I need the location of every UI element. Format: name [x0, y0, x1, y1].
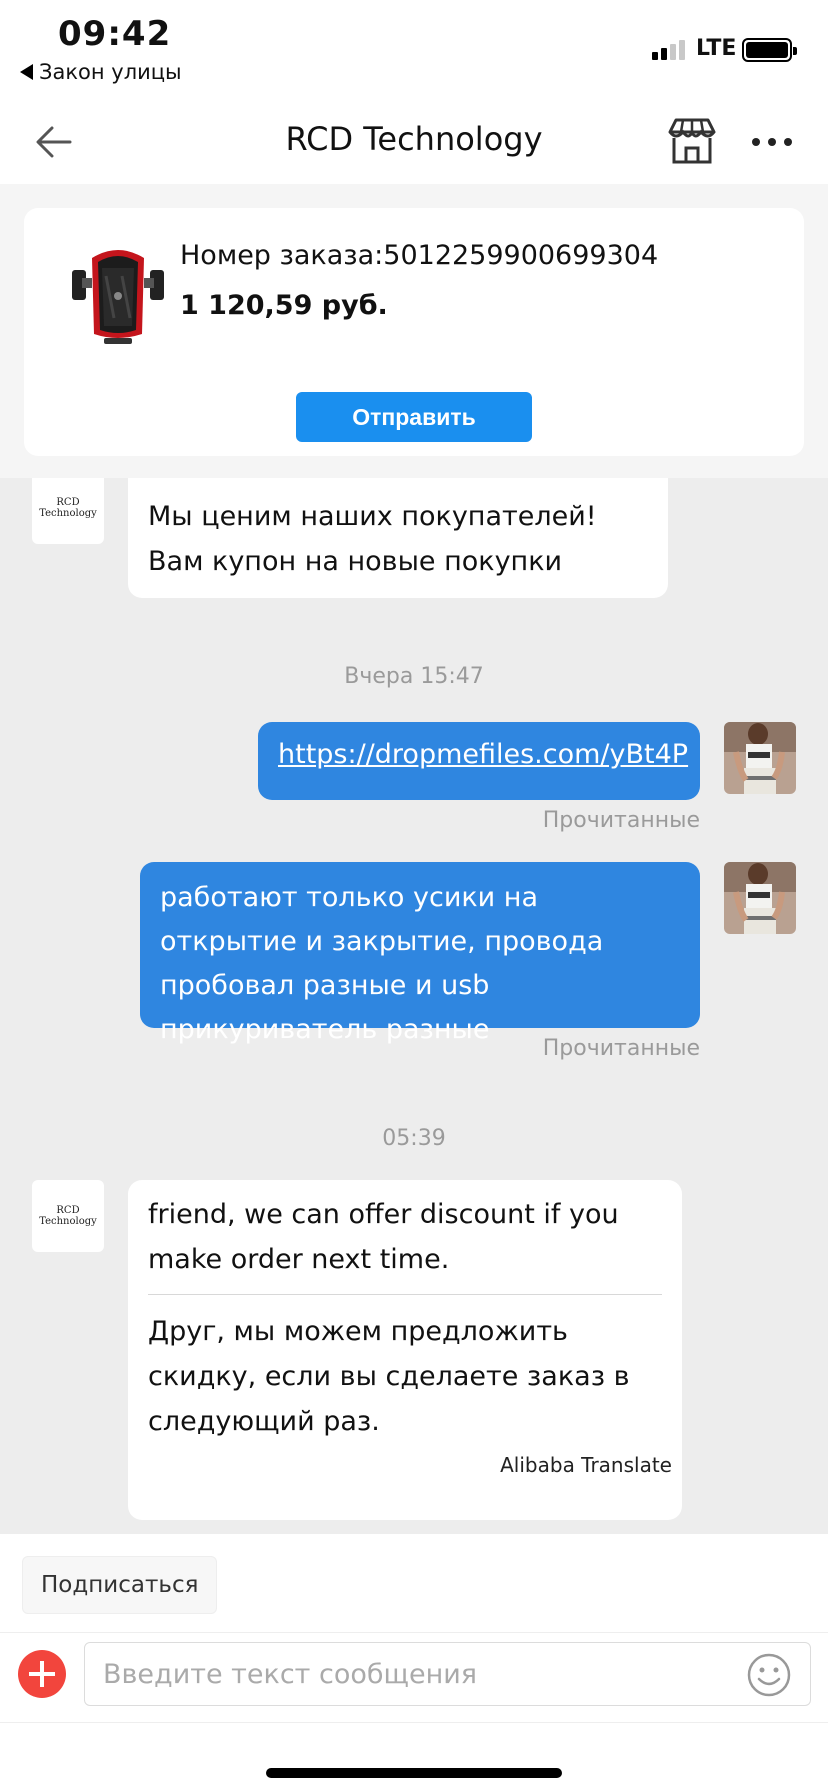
timestamp: 05:39 — [382, 1126, 446, 1151]
translation-divider — [148, 1294, 662, 1295]
network-type: LTE — [696, 36, 737, 61]
order-area: Номер заказа:5012259900699304 1 120,59 р… — [0, 184, 828, 478]
user-avatar[interactable] — [724, 862, 796, 934]
signal-icon — [652, 38, 685, 60]
more-icon[interactable] — [748, 122, 796, 162]
user-avatar-image — [724, 862, 796, 934]
send-order-button[interactable]: Отправить — [296, 392, 532, 442]
status-time: 09:42 — [58, 14, 172, 54]
read-status: Прочитанные — [542, 1036, 700, 1061]
order-price: 1 120,59 руб. — [180, 290, 388, 321]
order-number: Номер заказа:5012259900699304 — [180, 240, 659, 271]
back-to-app-link[interactable]: Закон улицы — [20, 60, 182, 84]
battery-icon — [742, 38, 797, 62]
home-indicator[interactable] — [266, 1768, 562, 1778]
chat-messages[interactable]: RCD Technology Мы ценим наших покупателе… — [0, 478, 828, 1534]
seller-avatar-label: RCD Technology — [39, 497, 97, 519]
seller-avatar[interactable]: RCD Technology — [32, 478, 104, 544]
chat-header: RCD Technology — [0, 100, 828, 184]
store-icon[interactable] — [666, 116, 718, 166]
message-link[interactable]: https://dropmefiles.com/yBt4P — [278, 739, 688, 770]
user-avatar[interactable] — [724, 722, 796, 794]
divider — [0, 1632, 828, 1633]
back-app-label: Закон улицы — [39, 60, 182, 84]
read-status: Прочитанные — [542, 808, 700, 833]
timestamp: Вчера 15:47 — [344, 664, 484, 689]
incoming-message[interactable]: friend, we can offer discount if you mak… — [128, 1180, 682, 1520]
product-thumbnail — [72, 250, 164, 344]
message-text: friend, we can offer discount if you mak… — [148, 1199, 619, 1275]
outgoing-message[interactable]: работают только усики на открытие и закр… — [140, 862, 700, 1045]
message-text: работают только усики на открытие и закр… — [160, 882, 604, 1045]
seller-avatar[interactable]: RCD Technology — [32, 1180, 104, 1252]
seller-avatar-label: RCD Technology — [39, 1205, 97, 1227]
add-icon[interactable] — [18, 1650, 66, 1698]
status-bar: 09:42 Закон улицы LTE — [0, 0, 828, 100]
divider — [0, 1722, 828, 1723]
order-card[interactable]: Номер заказа:5012259900699304 1 120,59 р… — [24, 208, 804, 456]
back-triangle-icon — [20, 64, 33, 80]
message-text: Мы ценим наших покупателей! Вам купон на… — [148, 501, 597, 577]
message-input[interactable] — [84, 1642, 811, 1706]
incoming-message[interactable]: Мы ценим наших покупателей! Вам купон на… — [128, 478, 668, 598]
emoji-icon[interactable] — [746, 1652, 792, 1698]
compose-area: Подписаться — [0, 1534, 828, 1792]
outgoing-message[interactable]: https://dropmefiles.com/yBt4P — [258, 722, 700, 800]
subscribe-button[interactable]: Подписаться — [22, 1556, 218, 1614]
translated-text: Друг, мы можем предложить скидку, если в… — [148, 1316, 630, 1437]
user-avatar-image — [724, 722, 796, 794]
translation-credit: Alibaba Translate — [500, 1453, 672, 1477]
